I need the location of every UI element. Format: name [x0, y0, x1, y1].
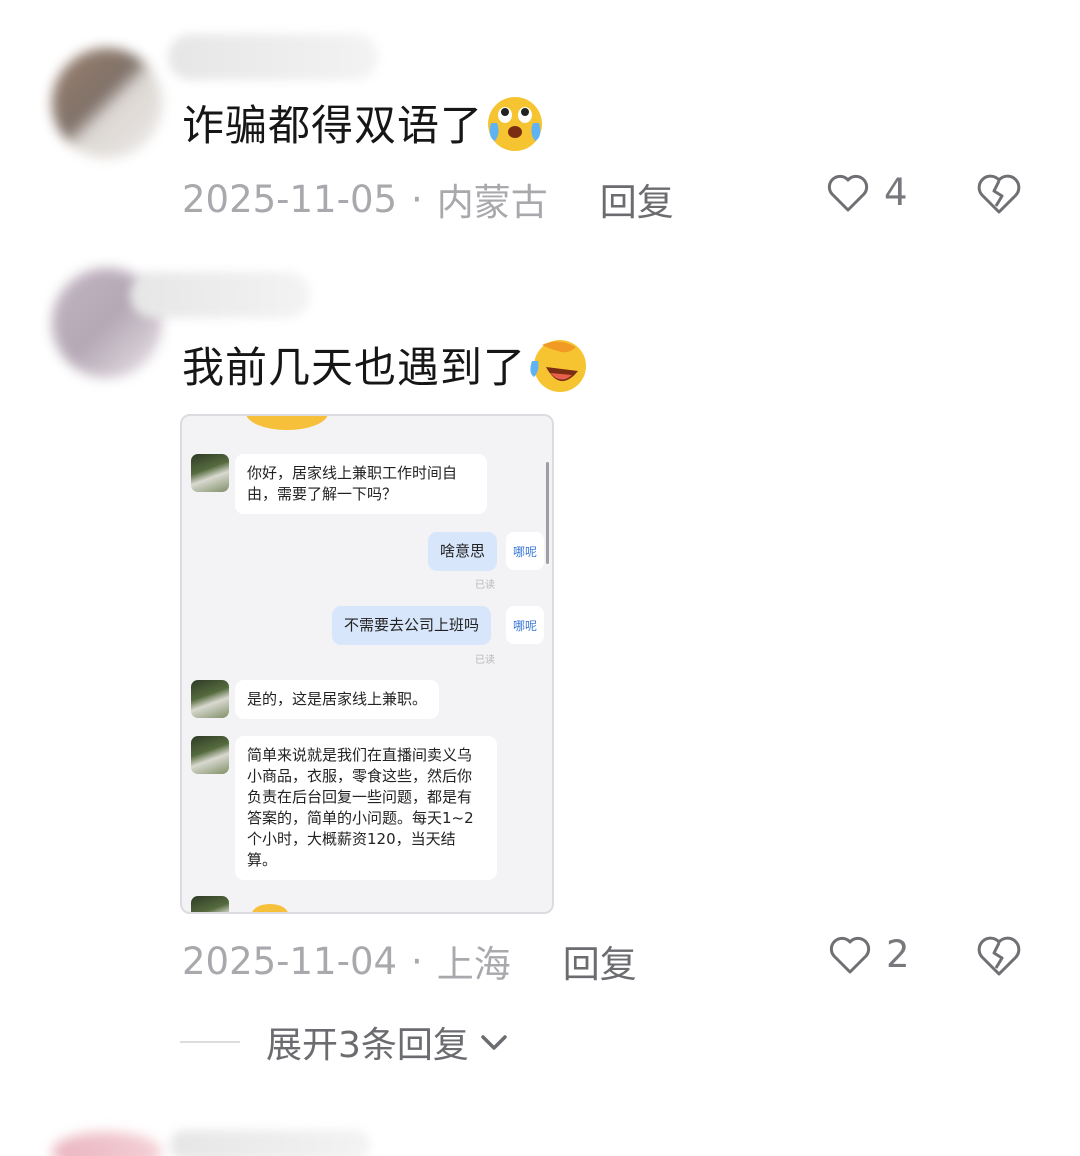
comment-date: 2025-11-04	[182, 939, 398, 983]
comment-body: 诈骗都得双语了	[182, 92, 545, 153]
sender-avatar	[191, 454, 229, 492]
comment-meta: 2025-11-04 · 上海 回复	[182, 934, 637, 988]
chat-message-sent: 不需要去公司上班吗	[332, 606, 492, 645]
comment-body: 我前几天也遇到了	[182, 334, 588, 395]
comment-location: 上海	[436, 943, 511, 986]
like-count: 2	[886, 932, 910, 976]
comment-date: 2025-11-05	[182, 177, 398, 221]
comment-section: 诈骗都得双语了 2025-11-05 · 内蒙古 回复 4 我前几天也遇到了 你…	[0, 0, 1080, 1156]
expand-replies-button[interactable]: 展开3条回复	[180, 1016, 511, 1068]
read-status: 已读	[475, 580, 495, 591]
chat-message-received: 简单来说就是我们在直播间卖义乌小商品，衣服，零食这些，然后你负责在后台回复一些问…	[235, 736, 497, 880]
chat-message-received: 你好，居家线上兼职工作时间自由，需要了解一下吗？	[235, 454, 487, 514]
reply-button[interactable]: 回复	[600, 172, 674, 226]
username-blurred[interactable]	[130, 272, 310, 318]
username-blurred[interactable]	[168, 34, 378, 80]
heart-icon	[829, 936, 871, 974]
sender-avatar	[191, 896, 229, 912]
heart-icon	[827, 174, 869, 212]
comment-location: 内蒙古	[436, 181, 548, 224]
sticker-fragment	[252, 904, 288, 912]
chat-message-received: 是的，这是居家线上兼职。	[235, 680, 440, 719]
user-avatar[interactable]	[52, 48, 162, 158]
read-status: 已读	[475, 655, 495, 666]
expand-replies-label: 展开3条回复	[266, 1025, 469, 1066]
comment-text: 我前几天也遇到了	[182, 343, 527, 392]
broken-heart-icon[interactable]	[974, 930, 1024, 980]
chat-tag: 哪呢	[506, 606, 544, 644]
username-blurred[interactable]	[170, 1130, 370, 1156]
chevron-down-icon	[481, 1035, 507, 1050]
meta-separator: ·	[411, 177, 423, 221]
comment-meta: 2025-11-05 · 内蒙古 回复	[182, 172, 674, 226]
like-button[interactable]: 4	[824, 168, 908, 216]
attached-chat-screenshot[interactable]: 你好，居家线上兼职工作时间自由，需要了解一下吗？ 啥意思 哪呢 已读 不需要去公…	[180, 414, 554, 914]
broken-heart-icon[interactable]	[974, 168, 1024, 218]
meta-separator: ·	[411, 939, 423, 983]
laughing-tears-emoji	[528, 335, 588, 395]
divider-line	[180, 1041, 240, 1043]
comment-text: 诈骗都得双语了	[182, 101, 484, 150]
reply-button[interactable]: 回复	[563, 934, 637, 988]
sender-avatar	[191, 736, 229, 774]
sticker-fragment	[246, 416, 328, 430]
like-button[interactable]: 2	[826, 930, 910, 978]
chat-tag: 哪呢	[506, 532, 544, 570]
scrollbar	[546, 462, 549, 564]
chat-message-sent: 啥意思	[428, 532, 498, 571]
sender-avatar	[191, 680, 229, 718]
crying-laugh-emoji	[485, 93, 545, 153]
like-count: 4	[884, 170, 908, 214]
user-avatar[interactable]	[52, 1132, 162, 1156]
